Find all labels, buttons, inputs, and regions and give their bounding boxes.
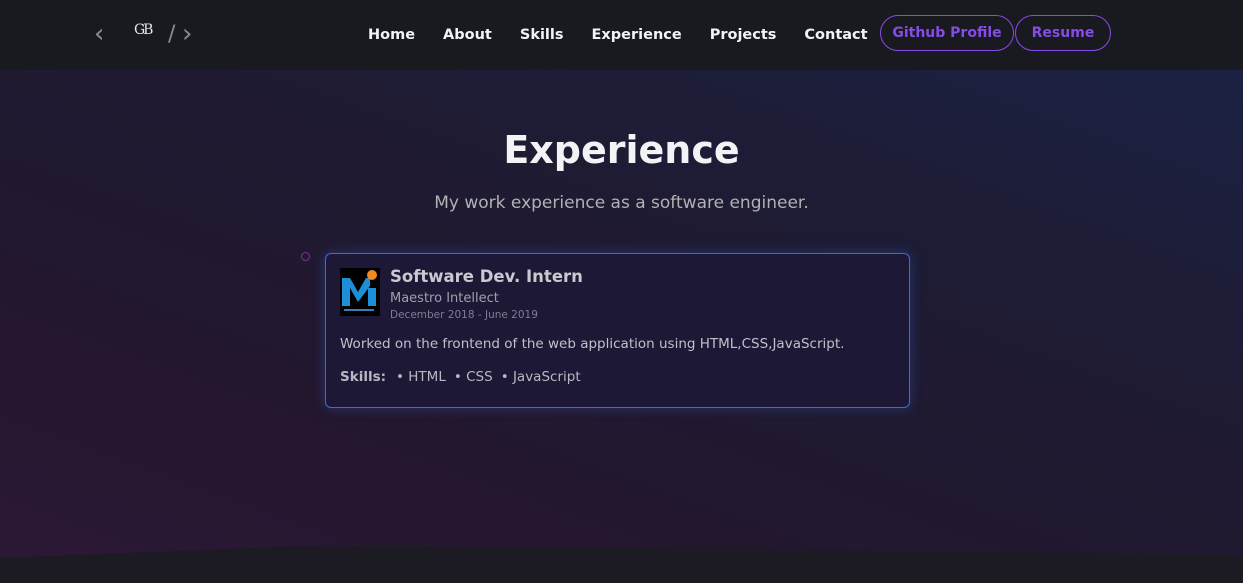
nav-link-contact[interactable]: Contact: [804, 27, 867, 43]
experience-description: Worked on the frontend of the web applic…: [340, 336, 845, 352]
nav-link-projects[interactable]: Projects: [710, 27, 777, 43]
maestro-intellect-logo-icon: [340, 268, 380, 316]
experience-role: Software Dev. Intern: [390, 267, 583, 286]
section-divider-wave: [0, 545, 1243, 583]
section-subtitle: My work experience as a software enginee…: [434, 193, 809, 213]
chevron-right-icon: ›: [182, 19, 193, 49]
experience-card[interactable]: Software Dev. Intern Maestro Intellect D…: [325, 253, 910, 408]
nav-links: Home About Skills Experience Projects Co…: [354, 0, 882, 70]
skills-label: Skills:: [340, 369, 387, 385]
chevron-left-icon: ‹: [94, 19, 105, 49]
experience-company: Maestro Intellect: [390, 291, 499, 306]
nav-link-skills[interactable]: Skills: [520, 27, 564, 43]
nav-link-home[interactable]: Home: [368, 27, 415, 43]
section-title: Experience: [503, 128, 740, 172]
logo-initials: GB: [134, 22, 154, 38]
site-logo[interactable]: ‹ GB / ›: [92, 16, 212, 52]
resume-button[interactable]: Resume: [1015, 15, 1111, 51]
skill-item: • CSS: [453, 369, 493, 385]
nav-link-experience[interactable]: Experience: [592, 27, 682, 43]
navbar: ‹ GB / › Home About Skills Experience Pr…: [0, 0, 1243, 70]
nav-link-about[interactable]: About: [443, 27, 492, 43]
experience-skills: Skills: • HTML • CSS • JavaScript: [340, 369, 589, 385]
experience-date: December 2018 - June 2019: [390, 309, 538, 321]
timeline-dot: [301, 252, 310, 261]
logo-slash: /: [168, 22, 176, 47]
skill-item: • JavaScript: [500, 369, 581, 385]
github-profile-button[interactable]: Github Profile: [880, 15, 1014, 51]
skill-item: • HTML: [396, 369, 446, 385]
